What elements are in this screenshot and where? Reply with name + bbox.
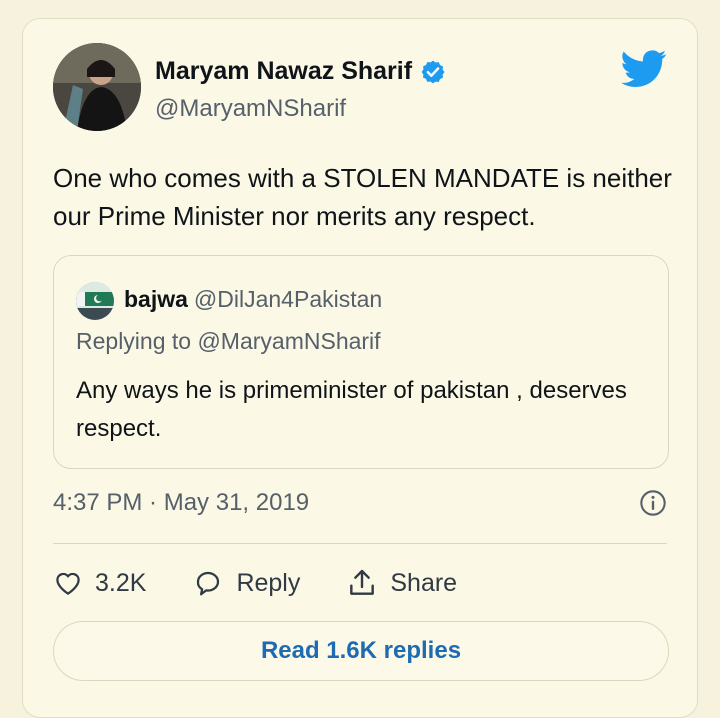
like-button[interactable]: 3.2K — [53, 568, 146, 598]
tweet-timestamp[interactable]: 4:37 PM · May 31, 2019 — [53, 489, 309, 517]
author-handle[interactable]: @MaryamNSharif — [155, 95, 346, 123]
quoted-tweet[interactable]: bajwa @DilJan4Pakistan Replying to @Marya… — [53, 255, 669, 469]
like-count: 3.2K — [95, 568, 147, 597]
author-avatar[interactable] — [53, 43, 141, 131]
replying-to-text: Replying to @MaryamNSharif — [76, 328, 381, 354]
speech-bubble-icon — [197, 571, 220, 596]
share-upload-icon — [350, 569, 375, 595]
read-replies-button[interactable]: Read 1.6K replies — [53, 621, 669, 681]
quoted-avatar[interactable] — [76, 282, 114, 320]
reply-label: Reply — [236, 568, 301, 597]
author-name[interactable]: Maryam Nawaz Sharif — [155, 57, 412, 86]
twitter-bird-icon[interactable] — [621, 49, 667, 89]
quoted-header: bajwa @DilJan4Pakistan — [124, 286, 382, 313]
author-name-row: Maryam Nawaz Sharif — [155, 57, 446, 86]
quoted-name[interactable]: bajwa — [124, 286, 188, 312]
verified-badge-icon — [421, 60, 445, 83]
reply-button[interactable]: Reply — [192, 568, 300, 598]
action-bar: 3.2K Reply Share — [53, 563, 503, 603]
tweet-card: Maryam Nawaz Sharif @MaryamNSharif One w… — [22, 18, 698, 718]
quoted-text: Any ways he is primeminister of pakistan… — [76, 377, 627, 442]
heart-icon — [56, 572, 80, 595]
share-button[interactable]: Share — [346, 567, 457, 599]
quoted-handle[interactable]: @DilJan4Pakistan — [194, 286, 382, 312]
info-icon[interactable] — [639, 489, 667, 517]
share-label: Share — [390, 568, 458, 597]
tweet-text: One who comes with a STOLEN MANDATE is n… — [53, 163, 672, 231]
divider — [53, 543, 667, 544]
